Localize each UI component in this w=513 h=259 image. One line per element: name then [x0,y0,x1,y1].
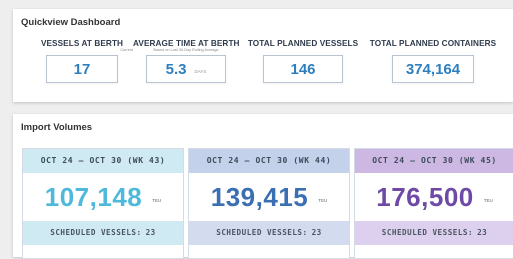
metric-label: TOTAL PLANNED CONTAINERS [369,39,497,48]
scheduled-count: 23 [311,228,322,237]
metric-value: 5.3 [165,60,187,78]
metric-label: AVERAGE TIME AT BERTH [133,39,240,48]
card-week-header: OCT 24 – OCT 30 (WK 45) [355,149,513,173]
import-volumes-panel: Import Volumes OCT 24 – OCT 30 (WK 43) 1… [13,114,513,259]
import-card-wk44[interactable]: OCT 24 – OCT 30 (WK 44) 139,415 TEU SCHE… [188,148,350,259]
metric-sublabel [247,48,359,53]
card-teu-unit: TEU [318,197,328,203]
import-card-wk43[interactable]: OCT 24 – OCT 30 (WK 43) 107,148 TEU SCHE… [22,148,184,259]
metric-sublabel: Based on Last 30-Day Rolling Average [153,48,219,52]
metric-vessels-at-berth: VESSELS AT BERTH Current 17 [31,39,133,83]
card-week-header: OCT 24 – OCT 30 (WK 43) [23,149,183,173]
metric-sublabel [369,48,497,53]
card-scheduled-footer: SCHEDULED VESSELS: 23 [355,221,513,245]
card-teu-unit: TEU [483,197,493,203]
scheduled-label: SCHEDULED VESSELS: [381,228,474,237]
card-week-header: OCT 24 – OCT 30 (WK 44) [189,149,349,173]
scheduled-label: SCHEDULED VESSELS: [50,228,142,237]
metric-total-planned-containers: TOTAL PLANNED CONTAINERS 374,164 [369,39,497,83]
card-teu-value: 176,500 [376,181,474,212]
card-teu-value: 107,148 [44,181,143,212]
scheduled-label: SCHEDULED VESSELS: [216,228,308,237]
metric-value-box: 374,164 [392,55,474,83]
quickview-panel: Quickview Dashboard VESSELS AT BERTH Cur… [13,9,513,102]
card-body: 139,415 TEU [189,173,349,221]
metric-value: 146 [290,60,316,78]
import-card-wk45[interactable]: OCT 24 – OCT 30 (WK 45) 176,500 TEU SCHE… [354,148,513,259]
metric-value-box: 17 [46,55,118,83]
metric-value: 374,164 [405,60,461,78]
card-teu-unit: TEU [152,197,162,203]
card-scheduled-footer: SCHEDULED VESSELS: 23 [23,221,183,245]
card-body: 107,148 TEU [23,173,183,221]
metric-sublabel: Current [120,48,133,52]
scheduled-count: 23 [477,228,488,237]
metric-value: 17 [73,60,91,78]
metric-average-time-at-berth: AVERAGE TIME AT BERTH Based on Last 30-D… [133,39,239,83]
metric-value-box: 5.3 DAYS [146,55,226,83]
card-body: 176,500 TEU [355,173,513,221]
metric-label: TOTAL PLANNED VESSELS [247,39,359,48]
metric-value-box: 146 [263,55,343,83]
card-teu-value: 139,415 [210,181,309,212]
metric-unit: DAYS [194,68,207,74]
quickview-title: Quickview Dashboard [21,17,121,28]
metric-total-planned-vessels: TOTAL PLANNED VESSELS 146 [247,39,359,83]
import-volumes-title: Import Volumes [21,122,93,133]
metric-label: VESSELS AT BERTH [40,39,124,48]
card-scheduled-footer: SCHEDULED VESSELS: 23 [189,221,349,245]
scheduled-count: 23 [145,228,156,237]
